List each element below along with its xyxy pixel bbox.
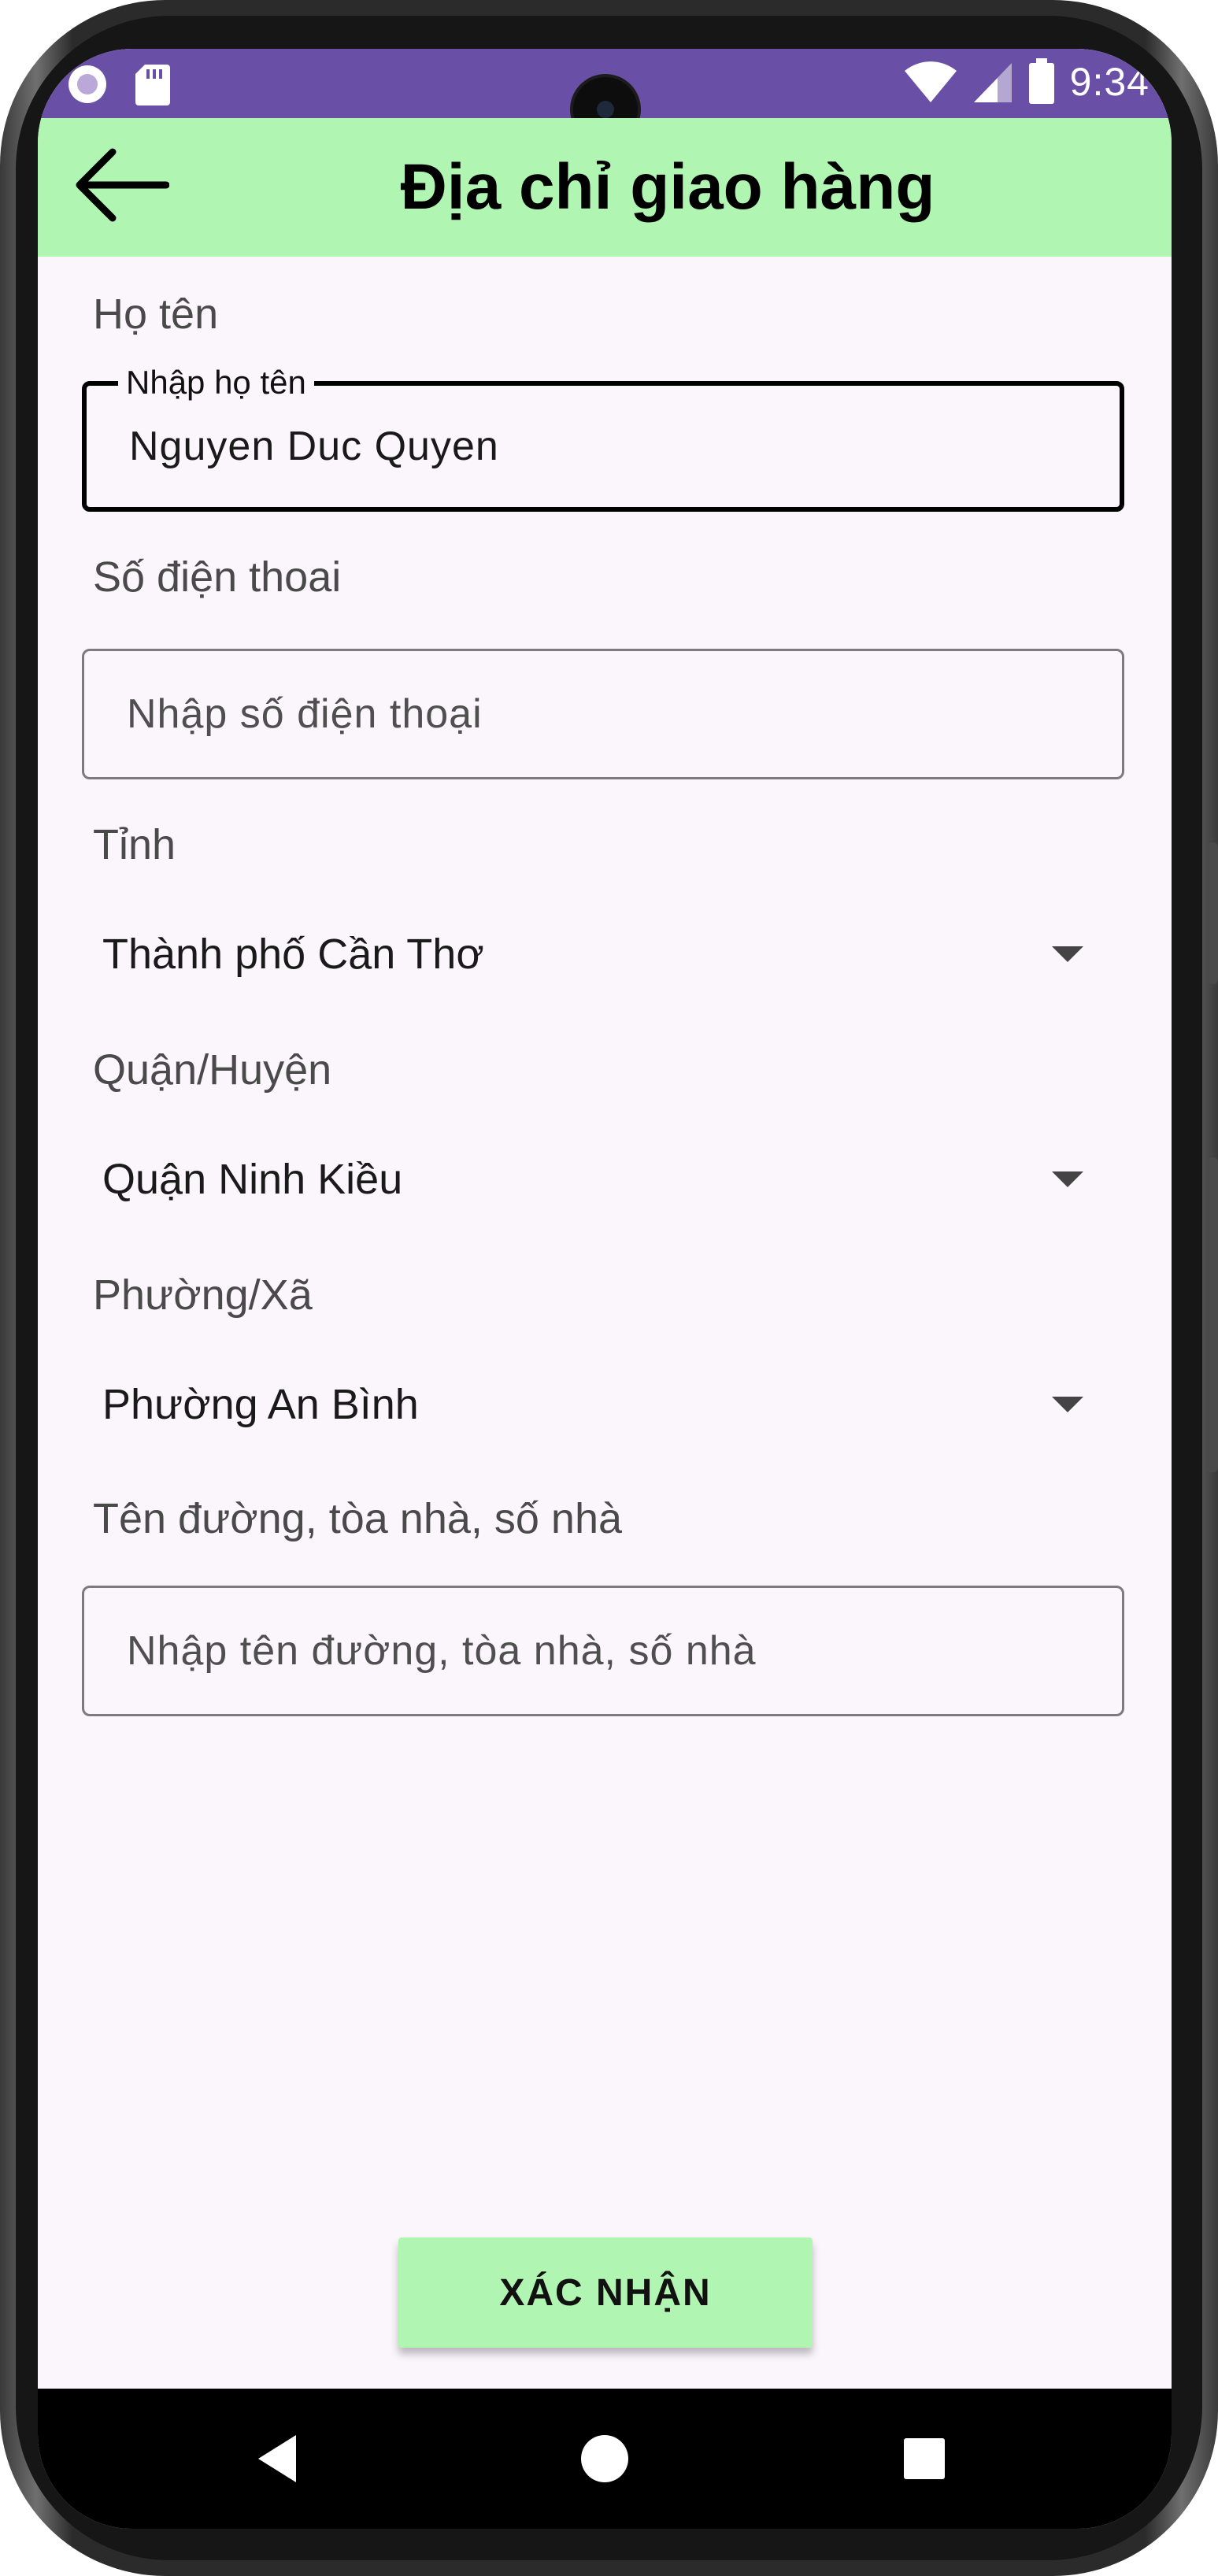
wifi-icon — [904, 61, 957, 102]
street-input[interactable] — [127, 1588, 1098, 1714]
dropdown-arrow-icon — [1052, 1397, 1083, 1412]
status-time: 9:34 — [1069, 60, 1150, 104]
sd-card-icon — [135, 65, 170, 105]
phone-frame: 9:34 Địa chỉ giao hàng Họ tên Nhập họ tê… — [0, 0, 1218, 2576]
district-dropdown[interactable]: Quận Ninh Kiều — [82, 1132, 1124, 1227]
page-title: Địa chỉ giao hàng — [400, 151, 935, 223]
arrow-back-icon — [76, 148, 169, 222]
back-button[interactable] — [69, 142, 172, 228]
province-dropdown[interactable]: Thành phố Cần Thơ — [82, 907, 1124, 1001]
nav-home-button[interactable] — [542, 2389, 668, 2529]
dropdown-arrow-icon — [1052, 1171, 1083, 1187]
ward-selected: Phường An Bình — [102, 1381, 419, 1428]
name-field[interactable]: Nhập họ tên — [82, 364, 1124, 512]
signal-icon — [973, 63, 1012, 102]
confirm-button[interactable]: XÁC NHẬN — [398, 2237, 813, 2348]
phone-label: Số điện thoai — [93, 553, 342, 601]
screen: 9:34 Địa chỉ giao hàng Họ tên Nhập họ tê… — [38, 49, 1172, 2529]
name-label: Họ tên — [93, 291, 219, 338]
status-bar: 9:34 — [38, 49, 1172, 142]
dropdown-arrow-icon — [1052, 946, 1083, 962]
status-left-icons — [66, 63, 170, 105]
nav-back-icon — [258, 2435, 296, 2482]
battery-icon — [1028, 58, 1054, 104]
app-bar: Địa chỉ giao hàng — [38, 118, 1172, 257]
nav-recents-button[interactable] — [861, 2389, 987, 2529]
phone-field[interactable] — [82, 649, 1124, 779]
nav-home-icon — [581, 2435, 628, 2482]
name-input[interactable] — [129, 386, 1096, 507]
province-selected: Thành phố Cần Thơ — [102, 931, 484, 978]
street-field[interactable] — [82, 1586, 1124, 1716]
ward-label: Phường/Xã — [93, 1271, 313, 1319]
district-label: Quận/Huyện — [93, 1046, 332, 1094]
ward-dropdown[interactable]: Phường An Bình — [82, 1357, 1124, 1452]
district-selected: Quận Ninh Kiều — [102, 1156, 403, 1203]
nav-back-button[interactable] — [214, 2389, 340, 2529]
province-label: Tỉnh — [93, 821, 176, 868]
street-label: Tên đường, tòa nhà, số nhà — [93, 1495, 623, 1542]
status-right-icons: 9:34 — [903, 58, 1150, 105]
phone-input[interactable] — [127, 651, 1098, 777]
nav-recents-icon — [904, 2438, 945, 2479]
record-icon — [68, 65, 106, 103]
navigation-bar — [38, 2389, 1172, 2529]
power-button — [1207, 1157, 1218, 1472]
volume-button — [1207, 842, 1218, 984]
